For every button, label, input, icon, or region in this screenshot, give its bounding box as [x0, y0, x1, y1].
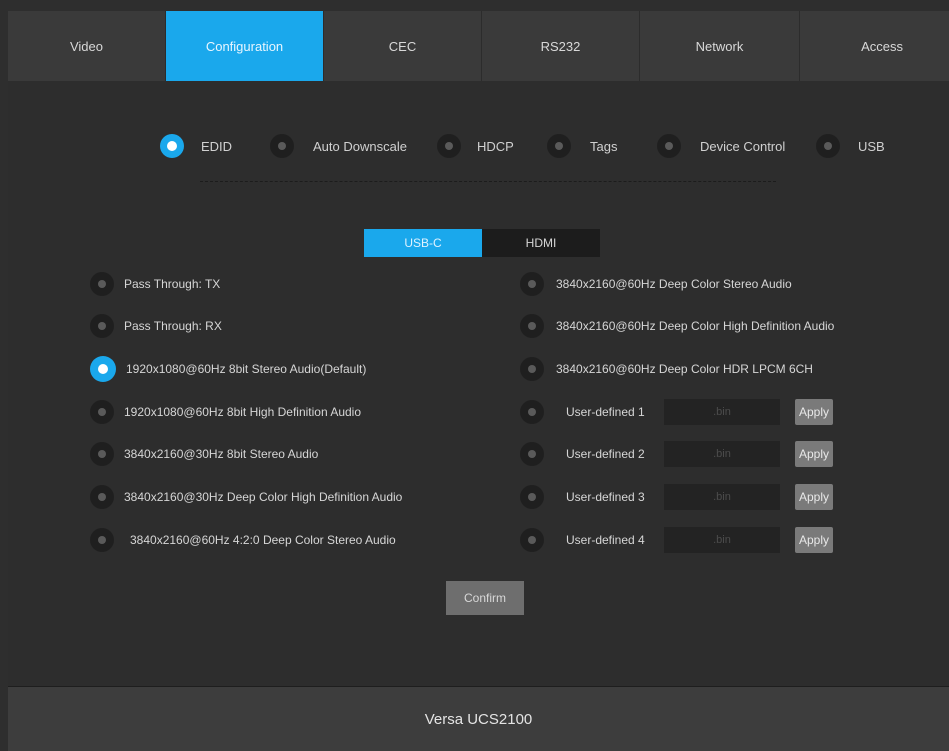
edid-option-label: 3840x2160@60Hz 4:2:0 Deep Color Stereo A…	[130, 533, 396, 547]
radio-icon[interactable]	[270, 134, 294, 158]
radio-icon[interactable]	[657, 134, 681, 158]
user-defined-2-radio[interactable]	[520, 441, 554, 467]
radio-icon[interactable]	[437, 134, 461, 158]
radio-selected-icon[interactable]	[160, 134, 184, 158]
subnav-edid[interactable]: EDID	[160, 131, 232, 161]
configuration-panel: EDID Auto Downscale HDCP Tags Device Con…	[8, 81, 949, 686]
edid-option-label: 3840x2160@60Hz Deep Color Stereo Audio	[556, 277, 792, 291]
user-defined-2-apply-button[interactable]: Apply	[795, 441, 833, 467]
radio-icon[interactable]	[90, 485, 114, 509]
subnav-usb-label: USB	[858, 138, 885, 154]
radio-icon[interactable]	[520, 442, 544, 466]
radio-icon[interactable]	[520, 272, 544, 296]
top-nav: Video Configuration CEC RS232 Network Ac…	[8, 11, 949, 81]
edid-option-1080p60-stereo-default[interactable]: 1920x1080@60Hz 8bit Stereo Audio(Default…	[90, 356, 366, 382]
user-defined-1-label: User-defined 1	[566, 405, 645, 419]
user-defined-1-file-input[interactable]: .bin	[664, 399, 780, 425]
edid-option-label: Pass Through: RX	[124, 319, 222, 333]
user-defined-2-label: User-defined 2	[566, 447, 645, 461]
edid-option-label: 1920x1080@60Hz 8bit High Definition Audi…	[124, 405, 362, 419]
user-defined-4-label: User-defined 4	[566, 533, 645, 547]
subnav-tags[interactable]: Tags	[547, 131, 617, 161]
edid-option-label: Pass Through: TX	[124, 277, 221, 291]
radio-icon[interactable]	[520, 400, 544, 424]
user-defined-3-radio[interactable]	[520, 484, 554, 510]
radio-icon[interactable]	[520, 314, 544, 338]
radio-icon[interactable]	[816, 134, 840, 158]
tab-rs232[interactable]: RS232	[482, 11, 640, 81]
edid-option-label: 1920x1080@60Hz 8bit Stereo Audio(Default…	[126, 362, 367, 376]
subnav-edid-label: EDID	[201, 138, 233, 154]
radio-icon[interactable]	[547, 134, 571, 158]
user-defined-3-apply-button[interactable]: Apply	[795, 484, 833, 510]
edid-option-2160p60-deep-color-hdr-lpcm[interactable]: 3840x2160@60Hz Deep Color HDR LPCM 6CH	[520, 356, 813, 382]
subnav-auto-downscale-label: Auto Downscale	[313, 138, 407, 154]
edid-option-label: 3840x2160@60Hz Deep Color HDR LPCM 6CH	[556, 362, 813, 376]
toggle-hdmi[interactable]: HDMI	[482, 229, 600, 257]
edid-option-2160p60-deep-color-stereo[interactable]: 3840x2160@60Hz Deep Color Stereo Audio	[520, 271, 792, 297]
radio-icon[interactable]	[90, 272, 114, 296]
user-defined-1-radio[interactable]	[520, 399, 554, 425]
config-subnav: EDID Auto Downscale HDCP Tags Device Con…	[8, 131, 949, 161]
divider	[200, 181, 776, 182]
subnav-hdcp-label: HDCP	[477, 138, 514, 154]
tab-configuration[interactable]: Configuration	[166, 11, 324, 81]
user-defined-3-file-input[interactable]: .bin	[664, 484, 780, 510]
edid-option-2160p30-stereo[interactable]: 3840x2160@30Hz 8bit Stereo Audio	[90, 441, 318, 467]
edid-option-label: 3840x2160@30Hz 8bit Stereo Audio	[124, 447, 319, 461]
tab-network[interactable]: Network	[640, 11, 800, 81]
toggle-usb-c[interactable]: USB-C	[364, 229, 482, 257]
edid-option-pass-through-rx[interactable]: Pass Through: RX	[90, 313, 222, 339]
user-defined-4-file-input[interactable]: .bin	[664, 527, 780, 553]
user-defined-3-label: User-defined 3	[566, 490, 645, 504]
subnav-hdcp[interactable]: HDCP	[437, 131, 514, 161]
user-defined-4-apply-button[interactable]: Apply	[795, 527, 833, 553]
radio-icon[interactable]	[90, 400, 114, 424]
footer: Versa UCS2100	[8, 686, 949, 751]
radio-icon[interactable]	[90, 528, 114, 552]
user-defined-1-apply-button[interactable]: Apply	[795, 399, 833, 425]
edid-option-pass-through-tx[interactable]: Pass Through: TX	[90, 271, 220, 297]
edid-option-2160p30-deep-color-hd-audio[interactable]: 3840x2160@30Hz Deep Color High Definitio…	[90, 484, 402, 510]
radio-icon[interactable]	[520, 357, 544, 381]
subnav-tags-label: Tags	[590, 138, 618, 154]
tab-access[interactable]: Access	[800, 11, 949, 81]
edid-option-2160p60-deep-color-hd-audio[interactable]: 3840x2160@60Hz Deep Color High Definitio…	[520, 313, 834, 339]
radio-selected-icon[interactable]	[90, 356, 116, 382]
user-defined-4-radio[interactable]	[520, 527, 554, 553]
subnav-device-control-label: Device Control	[700, 138, 786, 154]
edid-option-1080p60-hd-audio[interactable]: 1920x1080@60Hz 8bit High Definition Audi…	[90, 399, 361, 425]
tab-video[interactable]: Video	[8, 11, 166, 81]
user-defined-2-file-input[interactable]: .bin	[664, 441, 780, 467]
edid-option-label: 3840x2160@30Hz Deep Color High Definitio…	[124, 490, 403, 504]
subnav-auto-downscale[interactable]: Auto Downscale	[270, 131, 407, 161]
subnav-usb[interactable]: USB	[816, 131, 885, 161]
confirm-button[interactable]: Confirm	[446, 581, 524, 615]
radio-icon[interactable]	[520, 485, 544, 509]
edid-option-label: 3840x2160@60Hz Deep Color High Definitio…	[556, 319, 835, 333]
radio-icon[interactable]	[520, 528, 544, 552]
edid-option-2160p60-420-deep-color-stereo[interactable]: 3840x2160@60Hz 4:2:0 Deep Color Stereo A…	[90, 527, 396, 553]
device-name: Versa UCS2100	[424, 710, 533, 728]
radio-icon[interactable]	[90, 314, 114, 338]
radio-icon[interactable]	[90, 442, 114, 466]
subnav-device-control[interactable]: Device Control	[657, 131, 785, 161]
tab-cec[interactable]: CEC	[324, 11, 482, 81]
